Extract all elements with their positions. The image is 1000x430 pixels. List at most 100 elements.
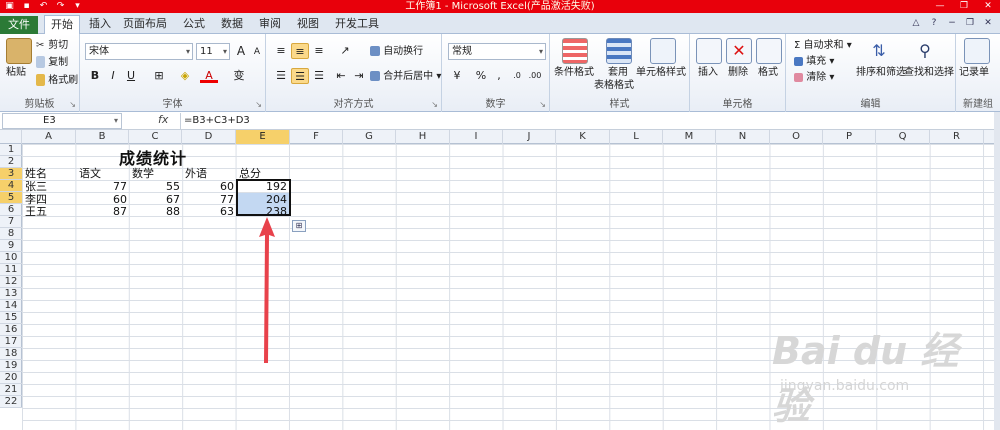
- tab-developer[interactable]: 开发工具: [332, 15, 382, 34]
- column-header[interactable]: M: [663, 130, 716, 144]
- row-header[interactable]: 6: [0, 204, 22, 216]
- tab-view[interactable]: 视图: [292, 15, 324, 34]
- number-format-select[interactable]: 常规 ▾: [448, 43, 546, 60]
- sort-filter-icon[interactable]: ⇅: [866, 38, 892, 64]
- tab-review[interactable]: 审阅: [254, 15, 286, 34]
- insert-cells-icon[interactable]: [696, 38, 722, 64]
- percent-button[interactable]: %: [472, 68, 490, 84]
- sort-filter-button[interactable]: 排序和筛选: [856, 66, 906, 80]
- row-header[interactable]: 19: [0, 360, 22, 372]
- column-header[interactable]: N: [716, 130, 770, 144]
- tab-file[interactable]: 文件: [0, 16, 38, 34]
- form-icon[interactable]: [964, 38, 990, 64]
- cell-math[interactable]: 88: [129, 206, 182, 218]
- column-header[interactable]: G: [343, 130, 396, 144]
- row-header[interactable]: 17: [0, 336, 22, 348]
- column-header[interactable]: A: [22, 130, 76, 144]
- cell-total[interactable]: 192: [236, 181, 289, 193]
- row-header[interactable]: 9: [0, 240, 22, 252]
- border-icon[interactable]: ⊞: [150, 68, 168, 84]
- row-header[interactable]: 22: [0, 396, 22, 408]
- font-size-select[interactable]: 11 ▾: [196, 43, 230, 60]
- column-header[interactable]: D: [182, 130, 236, 144]
- column-header[interactable]: R: [930, 130, 984, 144]
- merge-center-button[interactable]: 合并后居中 ▾: [370, 70, 441, 84]
- column-header[interactable]: J: [503, 130, 556, 144]
- format-cells-icon[interactable]: [756, 38, 782, 64]
- wrap-text-button[interactable]: 自动换行: [370, 45, 423, 59]
- align-center-icon[interactable]: ☰: [291, 68, 309, 84]
- copy-button[interactable]: 复制: [36, 56, 68, 70]
- column-header[interactable]: C: [129, 130, 182, 144]
- minimize-ribbon-icon[interactable]: △: [910, 17, 922, 29]
- align-left-icon[interactable]: ☰: [272, 68, 290, 84]
- header-cell-total[interactable]: 总分: [239, 168, 261, 180]
- column-header[interactable]: B: [76, 130, 129, 144]
- column-header[interactable]: K: [556, 130, 610, 144]
- formula-input[interactable]: =B3+C3+D3: [180, 113, 990, 129]
- conditional-format-icon[interactable]: [562, 38, 588, 64]
- row-header[interactable]: 5: [0, 192, 22, 204]
- close-icon[interactable]: ✕: [976, 0, 1000, 13]
- cell-name[interactable]: 王五: [25, 206, 47, 218]
- column-header[interactable]: Q: [876, 130, 930, 144]
- row-header[interactable]: 8: [0, 228, 22, 240]
- font-color-button[interactable]: A: [200, 68, 218, 83]
- row-header[interactable]: 16: [0, 324, 22, 336]
- row-header[interactable]: 20: [0, 372, 22, 384]
- format-as-table-button[interactable]: 套用: [608, 66, 628, 80]
- header-cell-chinese[interactable]: 语文: [79, 168, 101, 180]
- header-cell-name[interactable]: 姓名: [25, 168, 47, 180]
- cell-english[interactable]: 63: [182, 206, 236, 218]
- row-header[interactable]: 1: [0, 144, 22, 156]
- column-header[interactable]: O: [770, 130, 823, 144]
- quick-analysis-icon[interactable]: ⊞: [292, 220, 306, 232]
- increase-indent-icon[interactable]: ⇥: [350, 68, 368, 84]
- row-header[interactable]: 3: [0, 168, 22, 180]
- cell-chinese[interactable]: 77: [76, 181, 129, 193]
- font-launcher-icon[interactable]: ↘: [255, 100, 262, 109]
- align-right-icon[interactable]: ☰: [310, 68, 328, 84]
- window-close-icon[interactable]: ✕: [982, 17, 994, 29]
- row-header[interactable]: 14: [0, 300, 22, 312]
- cell-english[interactable]: 60: [182, 181, 236, 193]
- binoculars-icon[interactable]: ⚲: [912, 38, 938, 64]
- increase-decimal-icon[interactable]: .0: [508, 68, 526, 84]
- tab-page-layout[interactable]: 页面布局: [120, 15, 170, 34]
- bold-button[interactable]: B: [86, 68, 104, 84]
- row-header[interactable]: 4: [0, 180, 22, 192]
- row-header[interactable]: 15: [0, 312, 22, 324]
- row-header[interactable]: 13: [0, 288, 22, 300]
- minimize-icon[interactable]: —: [928, 0, 952, 13]
- name-box[interactable]: E3 ▾: [2, 113, 122, 129]
- tab-insert[interactable]: 插入: [84, 15, 116, 34]
- paste-button[interactable]: 粘贴: [6, 66, 26, 80]
- cell-math[interactable]: 55: [129, 181, 182, 193]
- cell-styles-button[interactable]: 单元格样式: [636, 66, 686, 80]
- help-icon[interactable]: ?: [928, 17, 940, 29]
- format-as-table-icon[interactable]: [606, 38, 632, 64]
- column-header-selected[interactable]: E: [236, 130, 290, 144]
- insert-cells-button[interactable]: 插入: [698, 66, 718, 80]
- format-cells-button[interactable]: 格式: [758, 66, 778, 80]
- fill-color-icon[interactable]: ◈: [176, 68, 194, 84]
- alignment-launcher-icon[interactable]: ↘: [431, 100, 438, 109]
- underline-button[interactable]: U: [122, 68, 140, 84]
- paste-icon[interactable]: [6, 38, 32, 64]
- conditional-format-button[interactable]: 条件格式: [554, 66, 594, 80]
- phonetic-button[interactable]: 变: [230, 68, 248, 84]
- header-cell-math[interactable]: 数学: [132, 168, 154, 180]
- column-header[interactable]: L: [610, 130, 663, 144]
- currency-icon[interactable]: ¥: [448, 68, 466, 84]
- column-header[interactable]: F: [290, 130, 343, 144]
- vertical-scrollbar[interactable]: [994, 112, 1000, 430]
- row-header[interactable]: 11: [0, 264, 22, 276]
- number-launcher-icon[interactable]: ↘: [539, 100, 546, 109]
- font-name-select[interactable]: 宋体 ▾: [85, 43, 193, 60]
- align-middle-icon[interactable]: ≡: [291, 43, 309, 59]
- autosum-button[interactable]: Σ 自动求和 ▾: [794, 39, 852, 53]
- cell-chinese[interactable]: 87: [76, 206, 129, 218]
- tab-formulas[interactable]: 公式: [178, 15, 210, 34]
- shrink-font-button[interactable]: A: [248, 44, 266, 60]
- window-minimize-icon[interactable]: −: [946, 17, 958, 29]
